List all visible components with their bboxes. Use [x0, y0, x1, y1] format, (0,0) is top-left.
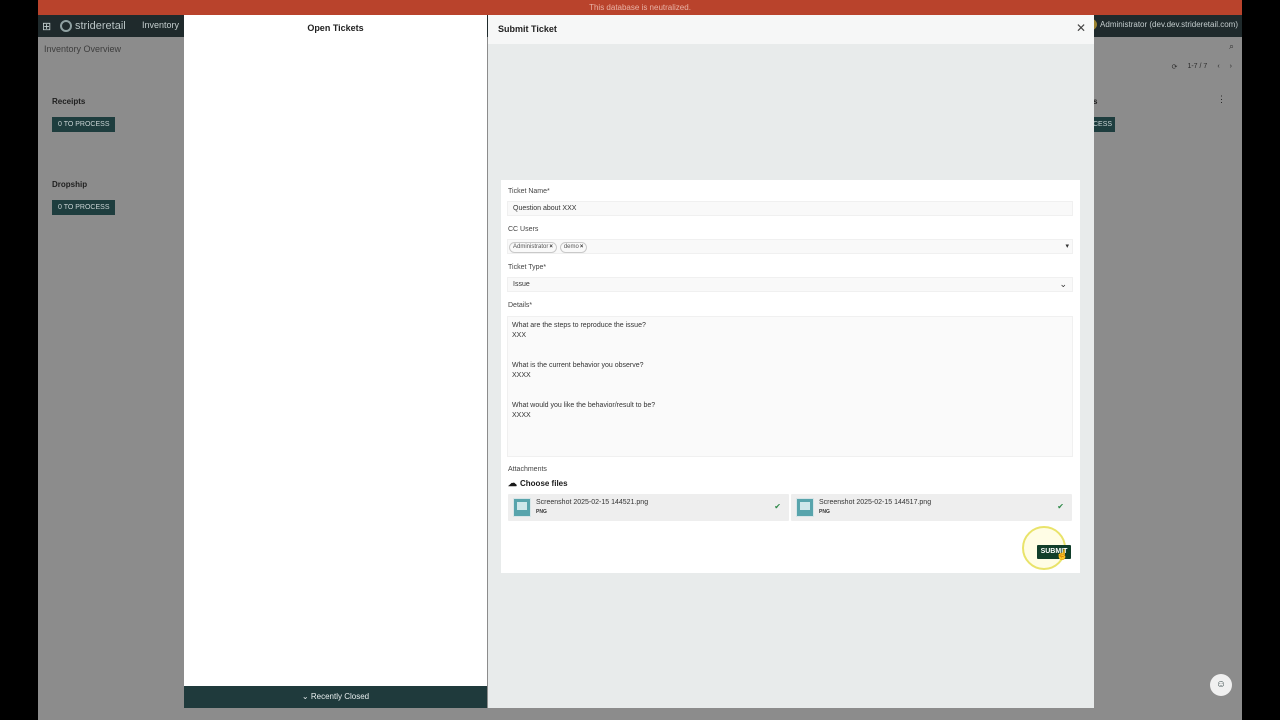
open-tickets-panel: Open Tickets ⌄ Recently Closed — [184, 15, 487, 708]
pager-value: 1-7 / 7 — [1187, 63, 1208, 70]
chevron-down-icon: ⌄ — [301, 692, 309, 701]
submit-ticket-panel: Submit Ticket ✕ Ticket Name* Question ab… — [488, 15, 1094, 708]
chat-bot-icon[interactable]: ☺ — [1210, 674, 1232, 696]
ticket-type-label: Ticket Type* — [508, 264, 547, 271]
cc-users-input[interactable]: Administrator× demo× ▾ — [507, 239, 1073, 254]
search-icon[interactable]: ⌕ — [1229, 41, 1234, 52]
page-title: Inventory Overview — [44, 44, 122, 54]
details-answer: XXXX — [512, 412, 531, 419]
cc-user-tag-label: demo — [563, 244, 579, 250]
neutralized-banner: This database is neutralized. — [38, 0, 1242, 15]
brand-logo[interactable]: strideretail — [60, 17, 126, 35]
ticket-name-label: Ticket Name* — [508, 188, 550, 195]
details-question: What is the current behavior you observe… — [512, 362, 644, 369]
app-viewport: This database is neutralized. ⊞ stridere… — [38, 0, 1242, 720]
receipts-process-button[interactable]: 0 TO PROCESS — [52, 117, 116, 132]
ticket-name-input[interactable]: Question about XXX — [507, 201, 1073, 216]
dropship-process-button[interactable]: 0 TO PROCESS — [52, 200, 116, 215]
cloud-upload-icon: ☁ — [508, 478, 517, 488]
chevron-down-icon: ⌄ — [1059, 279, 1067, 289]
ticket-type-value: Issue — [513, 281, 530, 288]
check-icon: ✔ — [774, 502, 781, 511]
hand-cursor-icon: ☝ — [1056, 550, 1069, 561]
pager: ⟳ 1-7 / 7 ‹ › — [1172, 63, 1232, 71]
submit-ticket-header: Submit Ticket ✕ — [488, 15, 1094, 44]
ticket-type-select[interactable]: Issue ⌄ — [507, 277, 1073, 292]
image-file-icon — [513, 498, 531, 517]
brand-name: strideretail — [75, 20, 126, 32]
refresh-icon[interactable]: ⟳ — [1172, 63, 1178, 71]
attachment-item[interactable]: Screenshot 2025-02-15 144521.png PNG ✔ — [508, 494, 789, 521]
details-label: Details* — [508, 302, 533, 309]
chevron-left-icon[interactable]: ‹ — [1217, 63, 1219, 71]
image-file-icon — [796, 498, 814, 517]
remove-tag-icon[interactable]: × — [580, 244, 584, 250]
details-answer: XXXX — [512, 372, 531, 379]
attachment-type: PNG — [536, 509, 547, 515]
details-textarea[interactable]: What are the steps to reproduce the issu… — [507, 316, 1073, 457]
remove-tag-icon[interactable]: × — [549, 244, 553, 250]
attachment-name: Screenshot 2025-02-15 144521.png — [536, 499, 649, 506]
open-tickets-title: Open Tickets — [307, 23, 364, 33]
kebab-menu-icon[interactable]: ⋮ — [1217, 94, 1226, 105]
caret-down-icon[interactable]: ▾ — [1065, 240, 1069, 253]
brand-mark-icon — [60, 20, 72, 32]
card-title-dropship: Dropship — [52, 180, 88, 189]
close-icon[interactable]: ✕ — [1076, 21, 1086, 35]
choose-files-button[interactable]: ☁ Choose files — [508, 478, 568, 489]
attachment-type: PNG — [819, 509, 830, 515]
apps-grid-icon[interactable]: ⊞ — [42, 20, 51, 33]
ticket-form: Ticket Name* Question about XXX CC Users… — [501, 180, 1080, 573]
recently-closed-label: Recently Closed — [310, 692, 370, 701]
cc-user-tag: demo× — [559, 242, 588, 253]
submit-ticket-title: Submit Ticket — [498, 24, 557, 34]
cc-user-tag-label: Administrator — [513, 244, 549, 250]
attachment-name: Screenshot 2025-02-15 144517.png — [819, 499, 932, 506]
choose-files-label: Choose files — [520, 479, 568, 488]
details-question: What are the steps to reproduce the issu… — [512, 322, 646, 329]
cc-users-label: CC Users — [508, 226, 539, 233]
recently-closed-toggle[interactable]: ⌄ Recently Closed — [184, 686, 487, 708]
user-menu[interactable]: A Administrator (dev.dev.strideretail.co… — [1086, 19, 1238, 30]
cc-user-tag: Administrator× — [509, 242, 557, 253]
user-name: Administrator (dev.dev.strideretail.com) — [1100, 20, 1238, 29]
details-answer: XXX — [512, 332, 527, 339]
chevron-right-icon[interactable]: › — [1230, 63, 1232, 71]
details-question: What would you like the behavior/result … — [512, 402, 656, 409]
check-icon: ✔ — [1057, 502, 1064, 511]
module-name[interactable]: Inventory — [142, 20, 179, 30]
attachment-item[interactable]: Screenshot 2025-02-15 144517.png PNG ✔ — [791, 494, 1072, 521]
card-title-receipts: Receipts — [52, 97, 86, 106]
attachments-label: Attachments — [508, 466, 547, 473]
